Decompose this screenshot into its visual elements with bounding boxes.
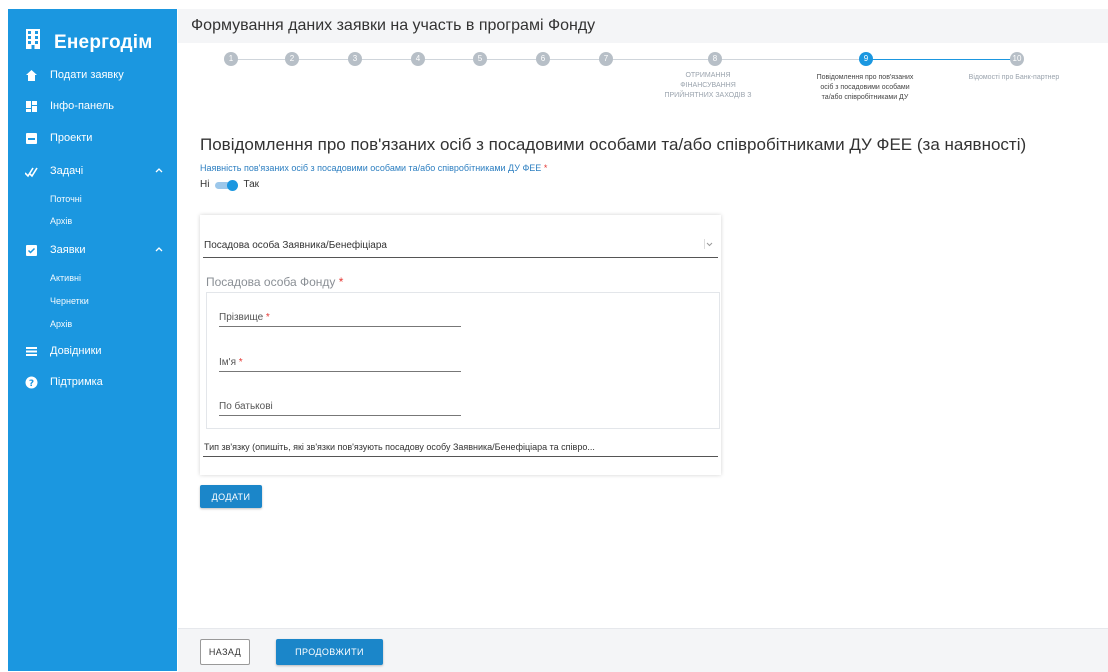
presence-label: Наявність пов'язаних осіб з посадовими о… (200, 163, 548, 173)
name-label: Ім'я (219, 357, 236, 368)
building-icon (26, 29, 40, 49)
page-header: Формування даних заявки на участь в прог… (178, 9, 1108, 44)
chevron-up-icon[interactable] (155, 166, 163, 174)
sidebar-item-label: Підтримка (50, 376, 103, 388)
sidebar: Енергодім Подати заявку Інфо-панель Прое… (8, 9, 177, 671)
step-4[interactable]: 4 (411, 52, 425, 66)
sidebar-item-label: Інфо-панель (50, 100, 115, 112)
step-10[interactable]: 10 (1010, 52, 1024, 66)
sidebar-item-label: Подати заявку (50, 69, 124, 81)
step-7[interactable]: 7 (599, 52, 613, 66)
step-8[interactable]: 8 (708, 52, 722, 66)
sidebar-subitem-current[interactable]: Поточні (50, 194, 82, 204)
step-3[interactable]: 3 (348, 52, 362, 66)
step-9[interactable]: 9 (859, 52, 873, 66)
sidebar-subitem-drafts[interactable]: Чернетки (50, 296, 89, 306)
add-button[interactable]: ДОДАТИ (200, 485, 262, 508)
sidebar-item-dashboard[interactable]: Інфо-панель (8, 95, 177, 119)
step-9-label: Повідомлення про пов'язаних осіб з посад… (816, 74, 914, 101)
sidebar-item-label: Заявки (50, 244, 86, 256)
sidebar-item-label: Довідники (50, 345, 102, 357)
toggle-on-label: Так (243, 179, 260, 190)
sidebar-subitem-applications-archive[interactable]: Архів (50, 319, 72, 329)
step-5[interactable]: 5 (473, 52, 487, 66)
step-2[interactable]: 2 (285, 52, 299, 66)
sidebar-item-tasks[interactable]: Задачі (8, 160, 177, 184)
footer: НАЗАД ПРОДОВЖИТИ (178, 628, 1108, 672)
sidebar-item-label: Задачі (50, 165, 84, 177)
chevron-down-icon (704, 239, 713, 249)
main-content: 1 2 3 4 5 6 7 8 9 10 ОТРИМАННЯ ФІНАНСУВА… (178, 43, 1108, 628)
stepper: 1 2 3 4 5 6 7 8 9 10 ОТРИМАННЯ ФІНАНСУВА… (178, 43, 1108, 133)
fund-official-box: Прізвище * Ім'я * По батькові (206, 292, 720, 429)
presence-toggle[interactable] (215, 179, 239, 191)
continue-button[interactable]: ПРОДОВЖИТИ (276, 639, 383, 665)
brand-title: Енергодім (54, 32, 153, 53)
sidebar-item-support[interactable]: ? Підтримка (8, 371, 177, 395)
home-icon (26, 70, 37, 81)
toggle-off-label: Ні (200, 179, 210, 190)
sidebar-item-projects[interactable]: Проекти (8, 127, 177, 151)
checkmarks-icon (25, 167, 38, 178)
sidebar-item-submit[interactable]: Подати заявку (8, 64, 177, 88)
relation-type-field[interactable]: Тип зв'язку (опишіть, які зв'язки пов'яз… (203, 438, 718, 457)
step-6[interactable]: 6 (536, 52, 550, 66)
step-1[interactable]: 1 (224, 52, 238, 66)
chevron-up-icon[interactable] (155, 245, 163, 253)
sidebar-subitem-active[interactable]: Активні (50, 273, 81, 283)
surname-label: Прізвище (219, 312, 264, 323)
help-icon: ? (25, 376, 38, 389)
list-icon (26, 347, 37, 356)
top-strip (0, 0, 1108, 9)
page-title: Формування даних заявки на участь в прог… (191, 17, 596, 34)
svg-text:?: ? (29, 379, 34, 389)
form-heading: Повідомлення про пов'язаних осіб з посад… (200, 135, 1027, 154)
dashboard-icon (26, 101, 37, 112)
stepper-line-active (863, 59, 1022, 60)
fund-official-title: Посадова особа Фонду * (206, 275, 344, 289)
back-button[interactable]: НАЗАД (200, 639, 250, 665)
name-field[interactable]: Ім'я * (219, 355, 461, 372)
step-8-label: ОТРИМАННЯ ФІНАНСУВАННЯ ПРИЙНЯТНИХ ЗАХОДІ… (664, 72, 752, 99)
select-value: Посадова особа Заявника/Бенефіціара (204, 240, 387, 251)
step-10-label: Відомості про Банк-партнер (968, 74, 1060, 81)
patronymic-field[interactable]: По батькові (219, 399, 461, 416)
related-person-card: Посадова особа Заявника/Бенефіціара Поса… (200, 215, 721, 475)
inbox-icon (26, 133, 37, 144)
sidebar-item-references[interactable]: Довідники (8, 340, 177, 364)
sidebar-item-label: Проекти (50, 132, 93, 144)
surname-field[interactable]: Прізвище * (219, 310, 461, 327)
patronymic-label: По батькові (219, 401, 273, 412)
sidebar-item-applications[interactable]: Заявки (8, 239, 177, 263)
relation-type-placeholder: Тип зв'язку (опишіть, які зв'язки пов'яз… (204, 442, 595, 452)
checkbox-icon (26, 245, 37, 256)
presence-toggle-row: Ні Так (200, 179, 260, 191)
official-type-select[interactable]: Посадова особа Заявника/Бенефіціара (203, 235, 718, 258)
brand[interactable]: Енергодім (8, 19, 177, 63)
sidebar-subitem-tasks-archive[interactable]: Архів (50, 216, 72, 226)
